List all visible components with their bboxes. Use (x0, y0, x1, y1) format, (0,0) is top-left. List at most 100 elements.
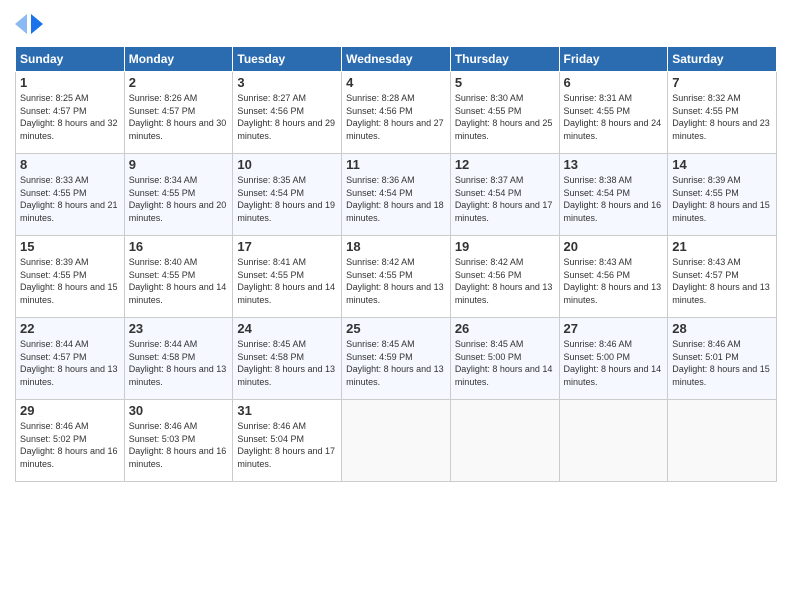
day-number: 29 (20, 403, 120, 418)
week-row-1: 1 Sunrise: 8:25 AMSunset: 4:57 PMDaylight… (16, 72, 777, 154)
cell-content: Sunrise: 8:39 AMSunset: 4:55 PMDaylight:… (20, 256, 120, 306)
day-cell: 18Sunrise: 8:42 AMSunset: 4:55 PMDayligh… (342, 236, 451, 318)
col-header-friday: Friday (559, 47, 668, 72)
cell-content: Sunrise: 8:45 AMSunset: 5:00 PMDaylight:… (455, 338, 555, 388)
cell-content: Sunrise: 8:30 AMSunset: 4:55 PMDaylight:… (455, 92, 555, 142)
calendar-header: SundayMondayTuesdayWednesdayThursdayFrid… (16, 47, 777, 72)
day-cell: 11 Sunrise: 8:36 AMSunset: 4:54 PMDayligh… (342, 154, 451, 236)
cell-content: Sunrise: 8:45 AMSunset: 4:58 PMDaylight:… (237, 338, 337, 388)
cell-content: Sunrise: 8:43 AMSunset: 4:57 PMDaylight:… (672, 256, 772, 306)
day-cell (342, 400, 451, 482)
logo (15, 10, 47, 38)
day-number: 3 (237, 75, 337, 90)
col-header-thursday: Thursday (450, 47, 559, 72)
col-header-sunday: Sunday (16, 47, 125, 72)
day-number: 19 (455, 239, 555, 254)
header-row: SundayMondayTuesdayWednesdayThursdayFrid… (16, 47, 777, 72)
cell-content: Sunrise: 8:28 AMSunset: 4:56 PMDaylight:… (346, 92, 446, 142)
day-cell: 23 Sunrise: 8:44 AMSunset: 4:58 PMDayligh… (124, 318, 233, 400)
day-number: 31 (237, 403, 337, 418)
day-number: 26 (455, 321, 555, 336)
day-cell: 29 Sunrise: 8:46 AMSunset: 5:02 PMDayligh… (16, 400, 125, 482)
day-number: 16 (129, 239, 229, 254)
day-number: 27 (564, 321, 664, 336)
cell-content: Sunrise: 8:46 AMSunset: 5:00 PMDaylight:… (564, 338, 664, 388)
day-cell: 31 Sunrise: 8:46 AMSunset: 5:04 PMDayligh… (233, 400, 342, 482)
day-cell: 12 Sunrise: 8:37 AMSunset: 4:54 PMDayligh… (450, 154, 559, 236)
col-header-monday: Monday (124, 47, 233, 72)
day-cell: 13 Sunrise: 8:38 AMSunset: 4:54 PMDayligh… (559, 154, 668, 236)
col-header-wednesday: Wednesday (342, 47, 451, 72)
day-number: 17 (237, 239, 337, 254)
cell-content: Sunrise: 8:46 AMSunset: 5:01 PMDaylight:… (672, 338, 772, 388)
day-cell: 6Sunrise: 8:31 AMSunset: 4:55 PMDaylight… (559, 72, 668, 154)
day-number: 14 (672, 157, 772, 172)
day-cell: 9 Sunrise: 8:34 AMSunset: 4:55 PMDaylight… (124, 154, 233, 236)
cell-content: Sunrise: 8:40 AMSunset: 4:55 PMDaylight:… (129, 256, 229, 306)
week-row-4: 22Sunrise: 8:44 AMSunset: 4:57 PMDayligh… (16, 318, 777, 400)
cell-content: Sunrise: 8:32 AMSunset: 4:55 PMDaylight:… (672, 92, 772, 142)
day-cell: 25 Sunrise: 8:45 AMSunset: 4:59 PMDayligh… (342, 318, 451, 400)
day-number: 23 (129, 321, 229, 336)
cell-content: Sunrise: 8:35 AMSunset: 4:54 PMDaylight:… (237, 174, 337, 224)
day-number: 25 (346, 321, 446, 336)
day-cell: 5Sunrise: 8:30 AMSunset: 4:55 PMDaylight… (450, 72, 559, 154)
cell-content: Sunrise: 8:33 AMSunset: 4:55 PMDaylight:… (20, 174, 120, 224)
day-number: 9 (129, 157, 229, 172)
day-number: 7 (672, 75, 772, 90)
col-header-tuesday: Tuesday (233, 47, 342, 72)
cell-content: Sunrise: 8:25 AMSunset: 4:57 PMDaylight:… (20, 92, 120, 142)
day-number: 10 (237, 157, 337, 172)
day-cell: 20Sunrise: 8:43 AMSunset: 4:56 PMDayligh… (559, 236, 668, 318)
day-cell: 27 Sunrise: 8:46 AMSunset: 5:00 PMDayligh… (559, 318, 668, 400)
day-number: 8 (20, 157, 120, 172)
day-number: 4 (346, 75, 446, 90)
calendar-page: SundayMondayTuesdayWednesdayThursdayFrid… (0, 0, 792, 612)
day-cell: 8 Sunrise: 8:33 AMSunset: 4:55 PMDaylight… (16, 154, 125, 236)
day-cell: 19 Sunrise: 8:42 AMSunset: 4:56 PMDayligh… (450, 236, 559, 318)
day-number: 15 (20, 239, 120, 254)
day-cell: 24 Sunrise: 8:45 AMSunset: 4:58 PMDayligh… (233, 318, 342, 400)
week-row-5: 29 Sunrise: 8:46 AMSunset: 5:02 PMDayligh… (16, 400, 777, 482)
day-cell: 22Sunrise: 8:44 AMSunset: 4:57 PMDayligh… (16, 318, 125, 400)
day-cell: 14Sunrise: 8:39 AMSunset: 4:55 PMDayligh… (668, 154, 777, 236)
cell-content: Sunrise: 8:42 AMSunset: 4:56 PMDaylight:… (455, 256, 555, 306)
cell-content: Sunrise: 8:44 AMSunset: 4:57 PMDaylight:… (20, 338, 120, 388)
logo-icon (15, 10, 43, 38)
day-cell: 10 Sunrise: 8:35 AMSunset: 4:54 PMDayligh… (233, 154, 342, 236)
day-number: 20 (564, 239, 664, 254)
cell-content: Sunrise: 8:27 AMSunset: 4:56 PMDaylight:… (237, 92, 337, 142)
day-number: 13 (564, 157, 664, 172)
cell-content: Sunrise: 8:44 AMSunset: 4:58 PMDaylight:… (129, 338, 229, 388)
col-header-saturday: Saturday (668, 47, 777, 72)
day-cell: 16 Sunrise: 8:40 AMSunset: 4:55 PMDayligh… (124, 236, 233, 318)
day-cell (559, 400, 668, 482)
header (15, 10, 777, 38)
week-row-2: 8 Sunrise: 8:33 AMSunset: 4:55 PMDaylight… (16, 154, 777, 236)
cell-content: Sunrise: 8:34 AMSunset: 4:55 PMDaylight:… (129, 174, 229, 224)
cell-content: Sunrise: 8:31 AMSunset: 4:55 PMDaylight:… (564, 92, 664, 142)
day-cell: 30 Sunrise: 8:46 AMSunset: 5:03 PMDayligh… (124, 400, 233, 482)
cell-content: Sunrise: 8:38 AMSunset: 4:54 PMDaylight:… (564, 174, 664, 224)
day-cell: 26 Sunrise: 8:45 AMSunset: 5:00 PMDayligh… (450, 318, 559, 400)
day-number: 24 (237, 321, 337, 336)
day-cell: 21Sunrise: 8:43 AMSunset: 4:57 PMDayligh… (668, 236, 777, 318)
day-number: 12 (455, 157, 555, 172)
cell-content: Sunrise: 8:46 AMSunset: 5:02 PMDaylight:… (20, 420, 120, 470)
cell-content: Sunrise: 8:45 AMSunset: 4:59 PMDaylight:… (346, 338, 446, 388)
day-cell (668, 400, 777, 482)
day-cell (450, 400, 559, 482)
cell-content: Sunrise: 8:46 AMSunset: 5:03 PMDaylight:… (129, 420, 229, 470)
cell-content: Sunrise: 8:26 AMSunset: 4:57 PMDaylight:… (129, 92, 229, 142)
cell-content: Sunrise: 8:36 AMSunset: 4:54 PMDaylight:… (346, 174, 446, 224)
day-number: 1 (20, 75, 120, 90)
calendar-table: SundayMondayTuesdayWednesdayThursdayFrid… (15, 46, 777, 482)
day-cell: 3 Sunrise: 8:27 AMSunset: 4:56 PMDaylight… (233, 72, 342, 154)
day-number: 11 (346, 157, 446, 172)
week-row-3: 15 Sunrise: 8:39 AMSunset: 4:55 PMDayligh… (16, 236, 777, 318)
cell-content: Sunrise: 8:46 AMSunset: 5:04 PMDaylight:… (237, 420, 337, 470)
day-cell: 15 Sunrise: 8:39 AMSunset: 4:55 PMDayligh… (16, 236, 125, 318)
day-number: 30 (129, 403, 229, 418)
cell-content: Sunrise: 8:37 AMSunset: 4:54 PMDaylight:… (455, 174, 555, 224)
day-cell: 2Sunrise: 8:26 AMSunset: 4:57 PMDaylight… (124, 72, 233, 154)
